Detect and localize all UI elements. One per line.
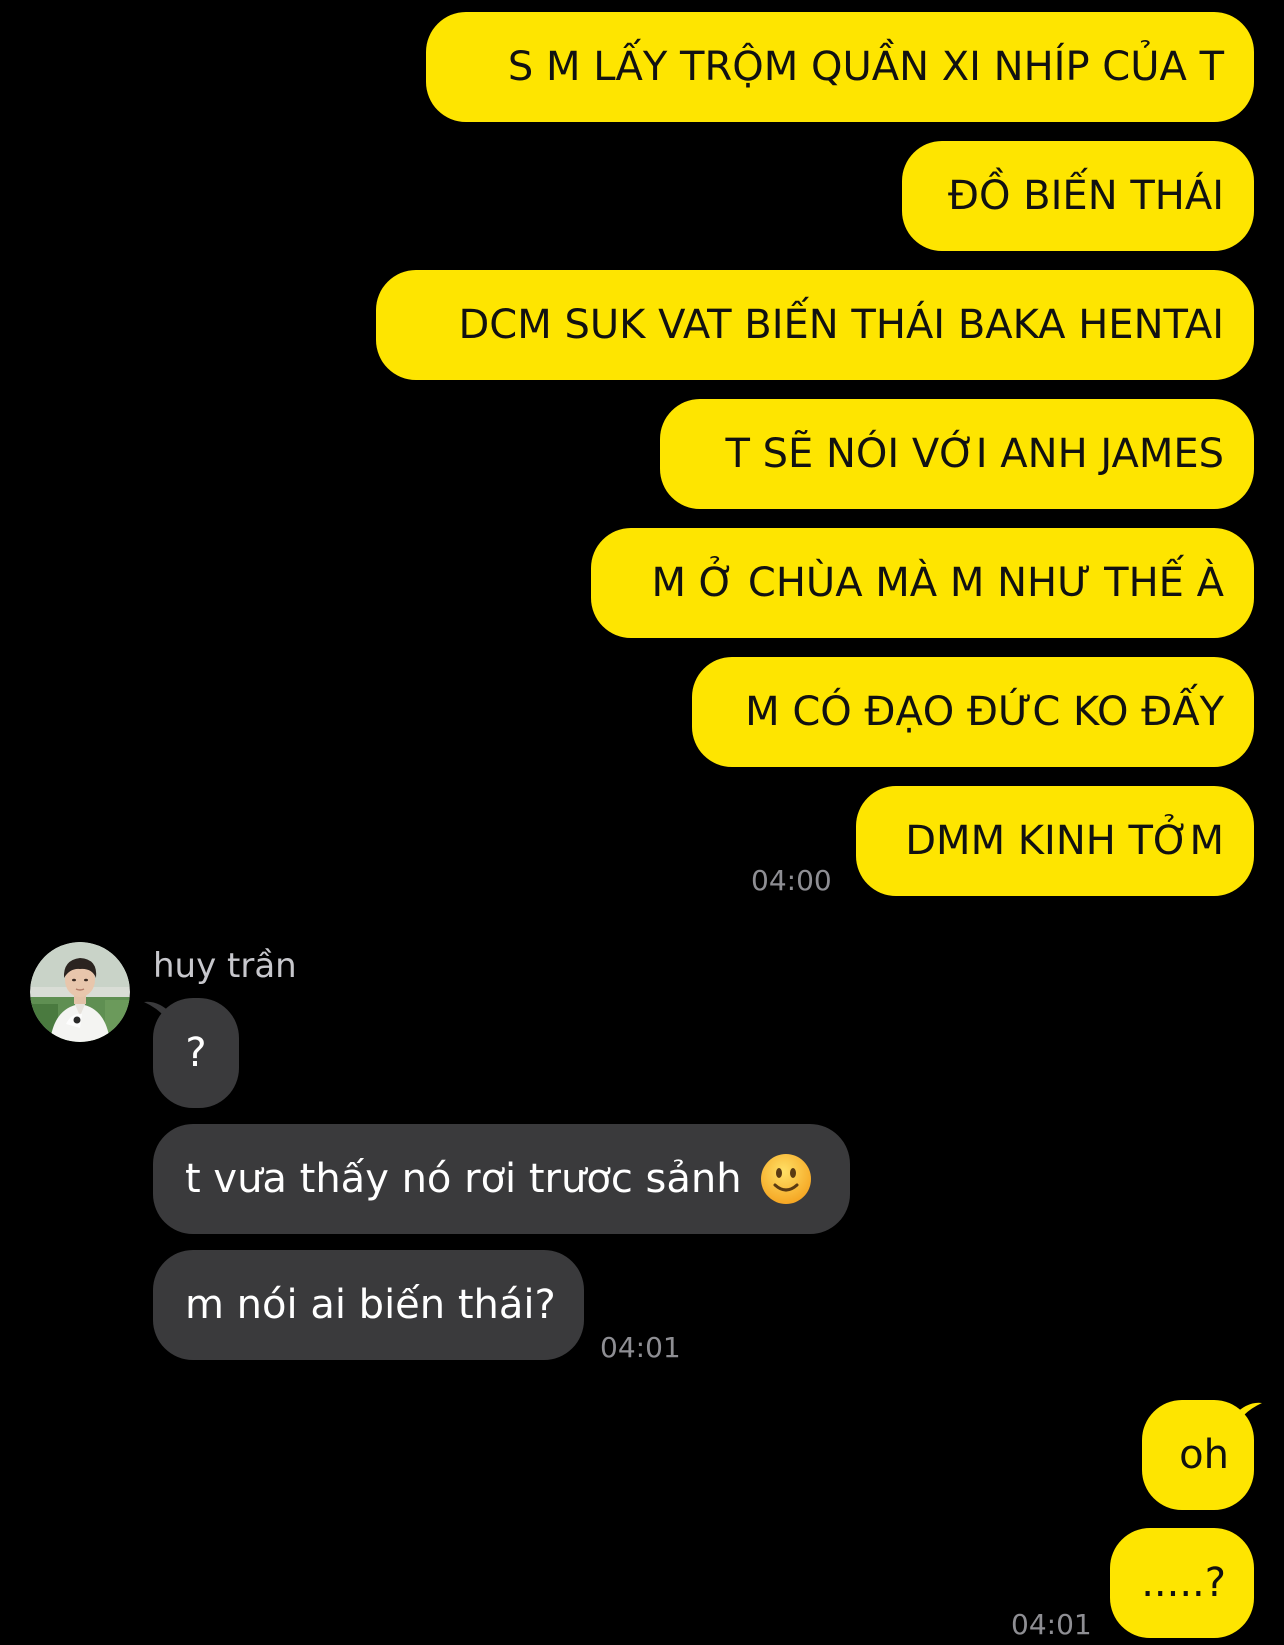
- message-text: ĐỒ BIẾN THÁI: [947, 173, 1224, 219]
- slightly-smiling-face-emoji-icon: [760, 1153, 812, 1205]
- message-text: M Ở CHÙA MÀ M NHƯ THẾ À: [651, 560, 1224, 606]
- message-timestamp: 04:01: [600, 1331, 681, 1364]
- message-text: m nói ai biến thái?: [185, 1282, 556, 1328]
- chat-conversation: S M LẤY TRỘM QUẦN XI NHÍP CỦA T ĐỒ BIẾN …: [0, 0, 1284, 1645]
- sent-message-bubble[interactable]: M Ở CHÙA MÀ M NHƯ THẾ À: [591, 528, 1254, 638]
- message-text: .....?: [1141, 1560, 1226, 1606]
- message-text: M CÓ ĐẠO ĐỨC KO ĐẤY: [745, 689, 1224, 735]
- sender-name: huy trần: [153, 946, 297, 986]
- received-message-bubble[interactable]: m nói ai biến thái?: [153, 1250, 584, 1360]
- sent-message-bubble[interactable]: .....?: [1110, 1528, 1254, 1638]
- message-timestamp: 04:00: [751, 864, 832, 897]
- message-timestamp: 04:01: [1011, 1608, 1092, 1641]
- sender-avatar[interactable]: [30, 942, 130, 1042]
- sent-message-bubble[interactable]: S M LẤY TRỘM QUẦN XI NHÍP CỦA T: [426, 12, 1254, 122]
- message-text: t vưa thấy nó rơi trươc sảnh: [185, 1156, 742, 1202]
- profile-photo-avatar: [30, 942, 130, 1042]
- message-text: DCM SUK VAT BIẾN THÁI BAKA HENTAI: [458, 302, 1225, 348]
- sent-message-bubble[interactable]: DCM SUK VAT BIẾN THÁI BAKA HENTAI: [376, 270, 1254, 380]
- message-text: DMM KINH TỞM: [905, 818, 1224, 864]
- message-text: ?: [185, 1030, 207, 1076]
- sent-message-bubble[interactable]: DMM KINH TỞM: [856, 786, 1254, 896]
- sent-message-bubble[interactable]: oh: [1142, 1400, 1254, 1510]
- received-message-bubble[interactable]: ?: [153, 998, 239, 1108]
- message-text: oh: [1179, 1432, 1229, 1478]
- sent-message-bubble[interactable]: M CÓ ĐẠO ĐỨC KO ĐẤY: [692, 657, 1254, 767]
- sent-message-bubble[interactable]: ĐỒ BIẾN THÁI: [902, 141, 1254, 251]
- message-text: S M LẤY TRỘM QUẦN XI NHÍP CỦA T: [507, 44, 1224, 90]
- message-text: T SẼ NÓI VỚI ANH JAMES: [725, 431, 1224, 477]
- received-message-bubble[interactable]: t vưa thấy nó rơi trươc sảnh: [153, 1124, 850, 1234]
- sent-message-bubble[interactable]: T SẼ NÓI VỚI ANH JAMES: [660, 399, 1254, 509]
